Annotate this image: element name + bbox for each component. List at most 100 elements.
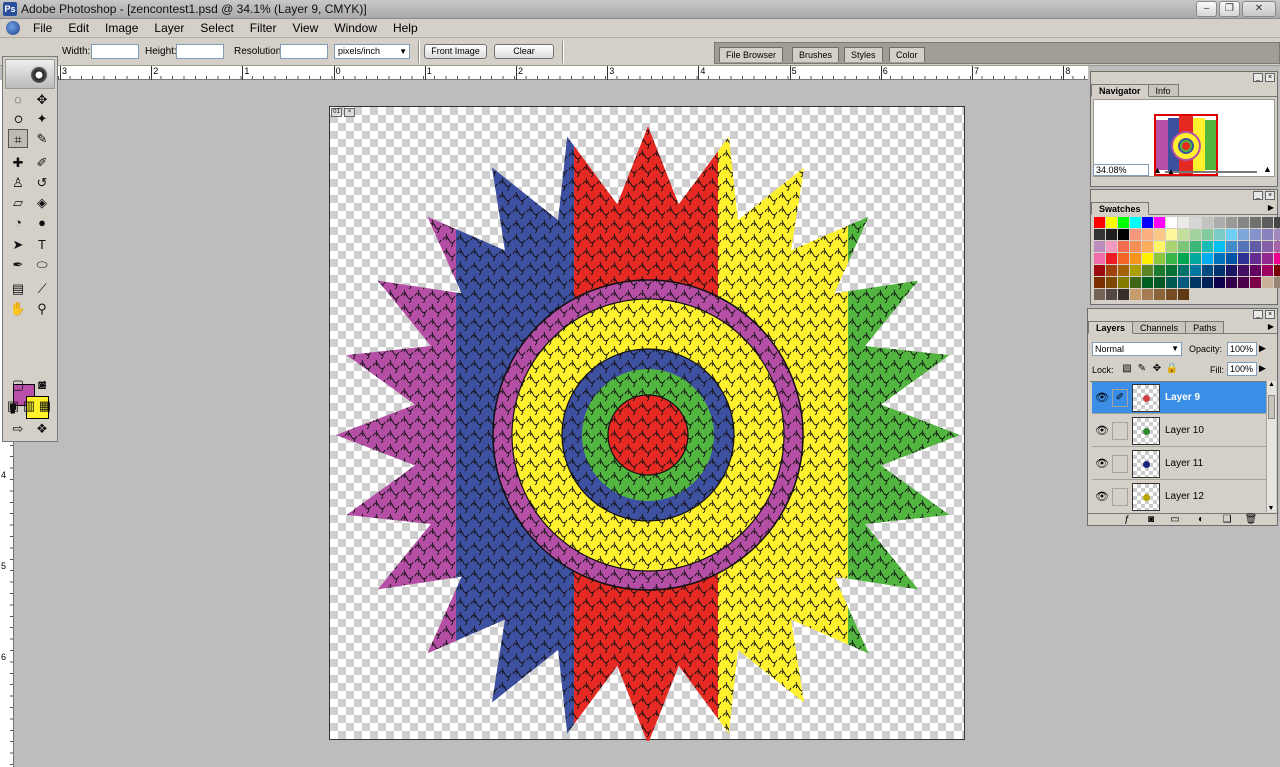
hand-tool-icon[interactable]: ✋ (8, 299, 28, 318)
opacity-input[interactable]: 100% (1227, 342, 1257, 356)
clear-button[interactable]: Clear (494, 44, 554, 59)
color-swatch[interactable] (1130, 229, 1141, 240)
color-swatch[interactable] (1202, 229, 1213, 240)
zoom-tool-icon[interactable]: ⚲ (32, 299, 52, 318)
fill-input[interactable]: 100% (1227, 362, 1257, 376)
color-swatch[interactable] (1238, 265, 1249, 276)
color-swatch[interactable] (1274, 241, 1280, 252)
color-swatch[interactable] (1094, 241, 1105, 252)
minimize-button[interactable]: – (1196, 1, 1217, 17)
zoom-slider-thumb[interactable]: ▲ (1167, 167, 1175, 176)
color-swatch[interactable] (1106, 229, 1117, 240)
scroll-down-icon[interactable]: ▼ (1267, 505, 1275, 512)
color-swatch[interactable] (1214, 277, 1225, 288)
color-swatch[interactable] (1274, 229, 1280, 240)
restore-button[interactable]: ❐ (1219, 1, 1240, 17)
palette-menu-icon[interactable]: ▶ (1268, 322, 1274, 331)
marquee-tool-icon[interactable]: ◌ (8, 90, 28, 109)
history-brush-tool-icon[interactable]: ↺ (32, 173, 52, 192)
color-swatch[interactable] (1214, 217, 1225, 228)
layer-link-box[interactable] (1112, 455, 1128, 473)
color-swatch[interactable] (1142, 289, 1153, 300)
tab-paths[interactable]: Paths (1185, 321, 1225, 333)
new-layer-icon[interactable]: ❏ (1220, 514, 1234, 525)
healing-brush-tool-icon[interactable]: ✚ (8, 153, 28, 172)
eraser-tool-icon[interactable]: ▱ (8, 193, 28, 212)
color-swatch[interactable] (1202, 241, 1213, 252)
color-swatch[interactable] (1142, 265, 1153, 276)
minimize-icon[interactable]: _ (1253, 191, 1263, 200)
minimize-icon[interactable]: _ (1253, 73, 1263, 82)
color-swatch[interactable] (1190, 217, 1201, 228)
layers-scrollbar[interactable]: ▲ ▼ (1266, 381, 1276, 512)
tab-info[interactable]: Info (1147, 84, 1179, 96)
document-tag[interactable]: 01 (331, 108, 342, 117)
new-set-icon[interactable]: ▭ (1168, 514, 1182, 525)
color-swatch[interactable] (1142, 217, 1153, 228)
tab-channels[interactable]: Channels (1132, 321, 1187, 333)
color-swatch[interactable] (1262, 217, 1273, 228)
adjustment-layer-icon[interactable]: ◐ (1194, 514, 1208, 525)
close-icon[interactable]: × (1265, 73, 1275, 82)
color-swatch[interactable] (1262, 277, 1273, 288)
color-swatch[interactable] (1130, 253, 1141, 264)
color-swatch[interactable] (1262, 253, 1273, 264)
add-mask-icon[interactable]: ◙ (1144, 514, 1158, 525)
color-swatch[interactable] (1142, 253, 1153, 264)
color-swatch[interactable] (1226, 241, 1237, 252)
color-swatch[interactable] (1094, 217, 1105, 228)
layer-link-box[interactable] (1112, 422, 1128, 440)
color-swatch[interactable] (1094, 253, 1105, 264)
color-swatch[interactable] (1142, 241, 1153, 252)
palette-titlebar[interactable]: _ × (1088, 309, 1277, 321)
magic-wand-tool-icon[interactable]: ✦ (32, 109, 52, 128)
well-tab-color[interactable]: Color (889, 47, 925, 62)
navigator-zoom-field[interactable]: 34.08% (1093, 164, 1149, 176)
color-swatch[interactable] (1190, 277, 1201, 288)
tab-swatches[interactable]: Swatches (1091, 202, 1149, 215)
color-swatch[interactable] (1190, 265, 1201, 276)
color-swatch[interactable] (1106, 253, 1117, 264)
color-swatch[interactable] (1274, 265, 1280, 276)
color-swatch[interactable] (1214, 229, 1225, 240)
layer-style-icon[interactable]: ƒ (1120, 514, 1134, 525)
color-swatch[interactable] (1118, 217, 1129, 228)
lock-image-icon[interactable]: ✎ (1135, 363, 1149, 374)
color-swatch[interactable] (1166, 253, 1177, 264)
opacity-slider-arrow-icon[interactable]: ▶ (1259, 343, 1266, 354)
shape-tool-icon[interactable]: ⬭ (32, 255, 52, 274)
lock-position-icon[interactable]: ✥ (1150, 363, 1164, 374)
color-swatch[interactable] (1262, 241, 1273, 252)
color-swatch[interactable] (1238, 217, 1249, 228)
move-tool-icon[interactable]: ✥ (32, 90, 52, 109)
color-swatch[interactable] (1154, 229, 1165, 240)
visibility-eye-icon[interactable]: 👁 (1095, 490, 1109, 504)
color-swatch[interactable] (1106, 265, 1117, 276)
pen-tool-icon[interactable]: ✒ (8, 255, 28, 274)
horizontal-ruler[interactable] (58, 66, 1088, 80)
color-swatch[interactable] (1178, 241, 1189, 252)
color-swatch[interactable] (1166, 289, 1177, 300)
photoshop-eye-icon[interactable] (6, 21, 20, 35)
navigator-view-box[interactable] (1154, 114, 1218, 176)
color-swatch[interactable] (1130, 277, 1141, 288)
document-close-icon[interactable]: × (344, 108, 355, 117)
color-swatch[interactable] (1154, 277, 1165, 288)
color-swatch[interactable] (1226, 265, 1237, 276)
color-swatch[interactable] (1118, 253, 1129, 264)
resolution-input[interactable] (280, 44, 328, 59)
units-select[interactable]: pixels/inch ▼ (334, 44, 410, 59)
color-swatch[interactable] (1238, 229, 1249, 240)
color-swatch[interactable] (1166, 229, 1177, 240)
menu-layer[interactable]: Layer (146, 19, 192, 38)
screen-mode-full-icon[interactable]: ▦ (38, 396, 52, 415)
menu-filter[interactable]: Filter (242, 19, 285, 38)
fill-slider-arrow-icon[interactable]: ▶ (1259, 363, 1266, 374)
color-swatch[interactable] (1106, 241, 1117, 252)
menu-help[interactable]: Help (385, 19, 426, 38)
type-tool-icon[interactable]: T (32, 235, 52, 254)
color-swatch[interactable] (1106, 289, 1117, 300)
color-swatch[interactable] (1202, 253, 1213, 264)
color-swatch[interactable] (1130, 265, 1141, 276)
layer-link-box[interactable] (1112, 488, 1128, 506)
